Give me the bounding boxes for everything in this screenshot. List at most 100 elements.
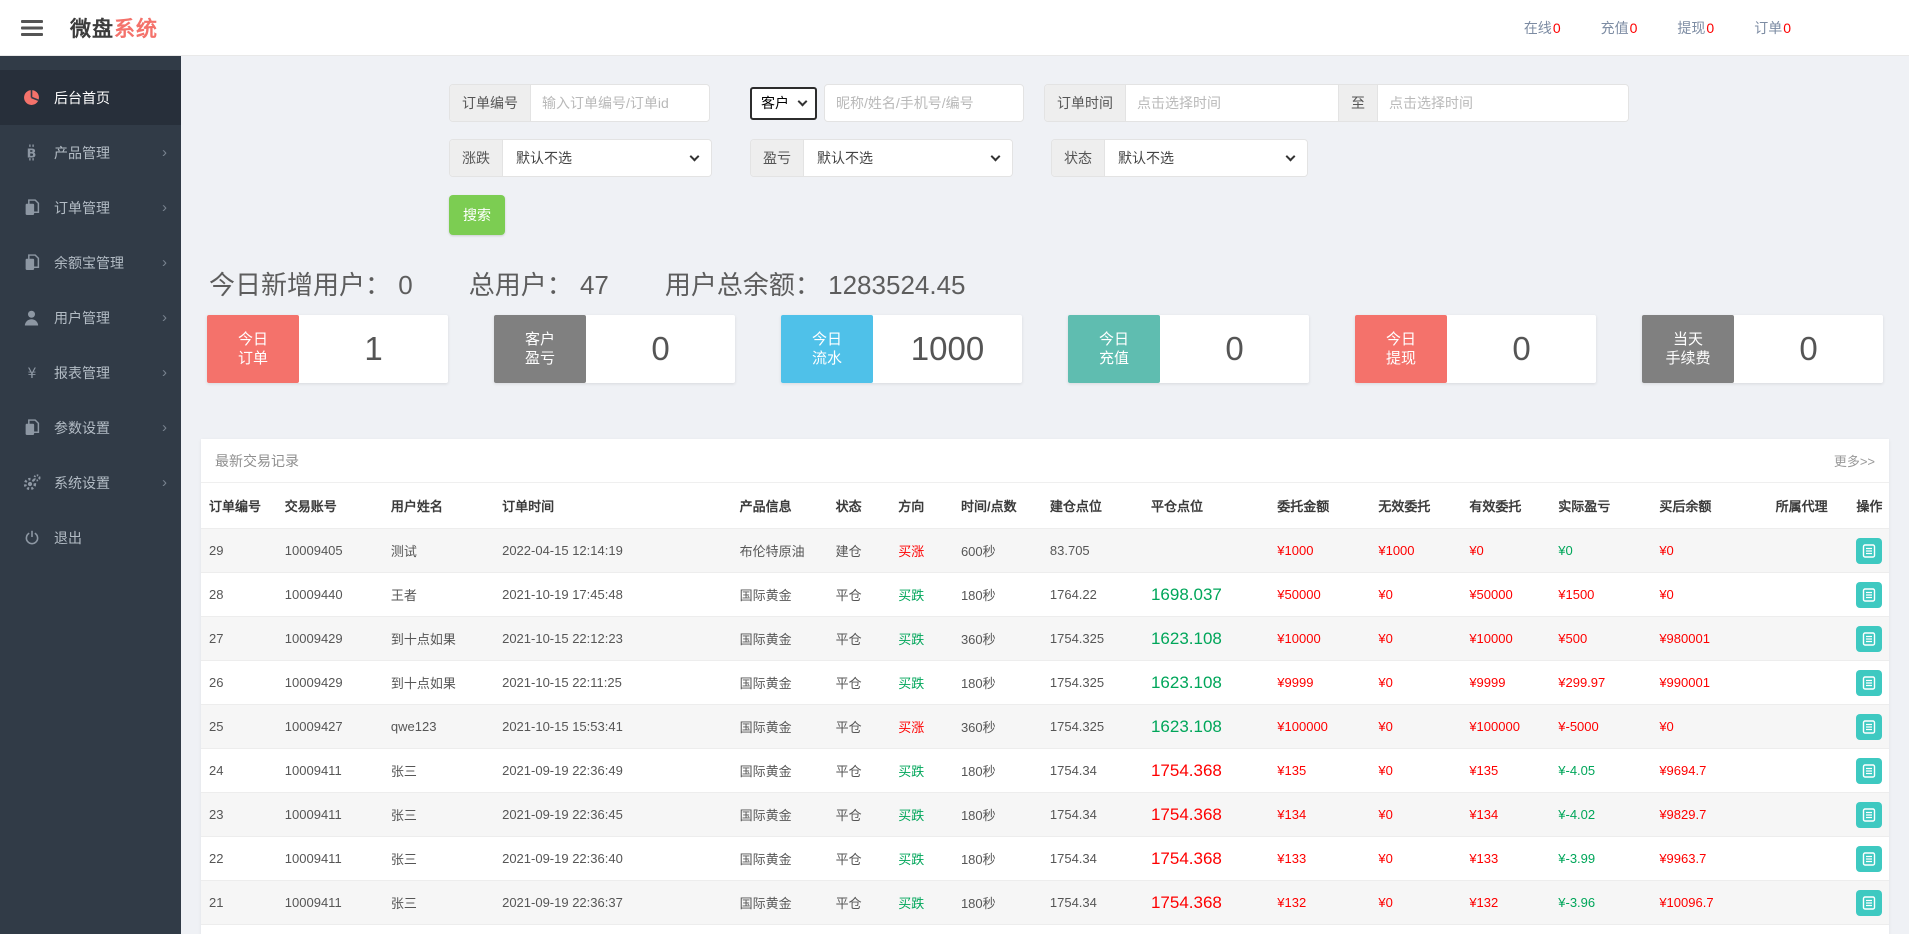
table-row: 2810009440王者2021-10-19 17:45:48国际黄金平仓买跌1…	[201, 573, 1889, 617]
row-detail-button[interactable]	[1856, 890, 1882, 916]
cell-text: 国际黄金	[740, 720, 792, 735]
cell-text: 买涨	[898, 544, 924, 559]
cell-time	[494, 925, 732, 934]
cell-text: ¥50000	[1277, 587, 1320, 602]
header-link-withdraw[interactable]: 提现0	[1677, 18, 1714, 38]
cell-invalid: ¥0	[1370, 837, 1461, 881]
chevron-down-icon	[690, 151, 700, 161]
yen-icon: ¥	[22, 365, 41, 381]
cell-time: 2021-10-19 17:45:48	[494, 573, 732, 617]
cell-valid: ¥9999	[1461, 661, 1550, 705]
cell-text: ¥299.97	[1558, 675, 1605, 690]
cell-duration: 360秒	[953, 617, 1042, 661]
cell-time: 2021-10-15 22:12:23	[494, 617, 732, 661]
cell-text: 1754.34	[1050, 763, 1097, 778]
sidebar-item-users[interactable]: 用户管理›	[0, 290, 181, 345]
sidebar-item-params[interactable]: 参数设置›	[0, 400, 181, 455]
cell-text: 平仓	[836, 852, 862, 867]
cell-text: 27	[209, 631, 223, 646]
header-link-online[interactable]: 在线0	[1524, 18, 1561, 38]
stat-card-value: 0	[1447, 315, 1596, 383]
order-no-label: 订单编号	[450, 85, 531, 121]
more-link[interactable]: 更多>>	[1834, 451, 1875, 470]
header-link-label: 在线	[1524, 20, 1552, 36]
cell-text: ¥0	[1469, 543, 1483, 558]
chevron-down-icon	[798, 96, 808, 106]
cell-no: 26	[201, 661, 277, 705]
customer-keyword-input[interactable]	[825, 85, 1023, 121]
cell-name: qwe123	[383, 705, 494, 749]
header-link-orders[interactable]: 订单0	[1754, 18, 1791, 38]
row-detail-button[interactable]	[1856, 670, 1882, 696]
sidebar-item-system[interactable]: 系统设置›	[0, 455, 181, 510]
cell-agent	[1768, 573, 1849, 617]
cell-direction: 买跌	[890, 881, 953, 925]
cell-text: 测试	[391, 544, 417, 559]
row-detail-button[interactable]	[1856, 582, 1882, 608]
row-detail-button[interactable]	[1856, 758, 1882, 784]
status-select[interactable]: 默认不选	[1105, 140, 1307, 176]
cell-name: 张三	[383, 749, 494, 793]
time-from-input[interactable]	[1126, 85, 1338, 121]
cell-direction: 买跌	[890, 793, 953, 837]
cell-text: 王者	[391, 588, 417, 603]
stat-card-label-line1: 今日	[1099, 330, 1129, 349]
row-detail-button[interactable]	[1856, 714, 1882, 740]
sidebar-item-yuebao[interactable]: 余额宝管理›	[0, 235, 181, 290]
table-header-row: 订单编号交易账号用户姓名订单时间产品信息状态方向时间/点数建仓点位平仓点位委托金…	[201, 483, 1889, 529]
cell-text: ¥-4.02	[1558, 807, 1595, 822]
order-no-input[interactable]	[531, 85, 709, 121]
cell-text: ¥9963.7	[1659, 851, 1706, 866]
header-link-recharge[interactable]: 充值0	[1601, 18, 1638, 38]
cell-valid: ¥135	[1461, 749, 1550, 793]
cell-duration: 600秒	[953, 529, 1042, 573]
cell-text: 平仓	[836, 720, 862, 735]
chevron-down-icon	[991, 151, 1001, 161]
cell-agent	[1768, 661, 1849, 705]
cell-text: 平仓	[836, 896, 862, 911]
cell-text: 平仓	[836, 676, 862, 691]
sidebar-item-home[interactable]: 后台首页	[0, 70, 181, 125]
cell-text: ¥134	[1469, 807, 1498, 822]
row-detail-button[interactable]	[1856, 846, 1882, 872]
cell-status: 平仓	[828, 617, 891, 661]
updown-select[interactable]: 默认不选	[503, 140, 711, 176]
row-detail-button[interactable]	[1856, 538, 1882, 564]
cell-open: 1764.22	[1042, 573, 1143, 617]
cell-text: 1623.108	[1151, 629, 1222, 648]
svg-text:B: B	[27, 146, 37, 161]
header-links: 在线0 充值0 提现0 订单0	[1524, 18, 1791, 38]
cell-text: 2021-10-15 22:11:25	[502, 675, 622, 690]
chevron-right-icon: ›	[162, 255, 167, 270]
cell-text: ¥1000	[1277, 543, 1313, 558]
customer-type-select[interactable]: 客户	[750, 87, 817, 120]
hamburger-menu-icon[interactable]	[20, 18, 44, 38]
cell-product: 国际黄金	[732, 661, 828, 705]
row-detail-button[interactable]	[1856, 626, 1882, 652]
header-link-count: 0	[1553, 20, 1561, 36]
cell-time: 2021-09-19 22:36:49	[494, 749, 732, 793]
sidebar-item-reports[interactable]: ¥报表管理›	[0, 345, 181, 400]
search-button[interactable]: 搜索	[449, 195, 505, 235]
cell-direction: 买涨	[890, 705, 953, 749]
stat-card-customer-pnl: 客户盈亏0	[494, 315, 735, 383]
stats-summary: 今日新增用户： 0 总用户： 47 用户总余额： 1283524.45	[201, 265, 1889, 302]
cell-product: 国际黄金	[732, 793, 828, 837]
table-body: 2910009405测试2022-04-15 12:14:19布伦特原油建仓买涨…	[201, 529, 1889, 934]
cell-text: 平仓	[836, 808, 862, 823]
row-detail-button[interactable]	[1856, 802, 1882, 828]
cell-text: 10009411	[285, 807, 342, 822]
column-header: 订单编号	[201, 483, 277, 529]
profit-select[interactable]: 默认不选	[804, 140, 1012, 176]
sidebar-item-orders[interactable]: 订单管理›	[0, 180, 181, 235]
panel-title: 最新交易记录	[215, 451, 299, 471]
stat-card-label-line1: 当天	[1673, 330, 1703, 349]
sidebar-item-logout[interactable]: 退出	[0, 510, 181, 565]
cell-text: ¥135	[1277, 763, 1306, 778]
cell-text: ¥1000	[1378, 543, 1414, 558]
cell-balance: ¥990001	[1651, 661, 1767, 705]
cell-duration	[953, 925, 1042, 934]
cell-text: 张三	[391, 808, 417, 823]
time-to-input[interactable]	[1378, 85, 1628, 121]
sidebar-item-products[interactable]: B产品管理›	[0, 125, 181, 180]
